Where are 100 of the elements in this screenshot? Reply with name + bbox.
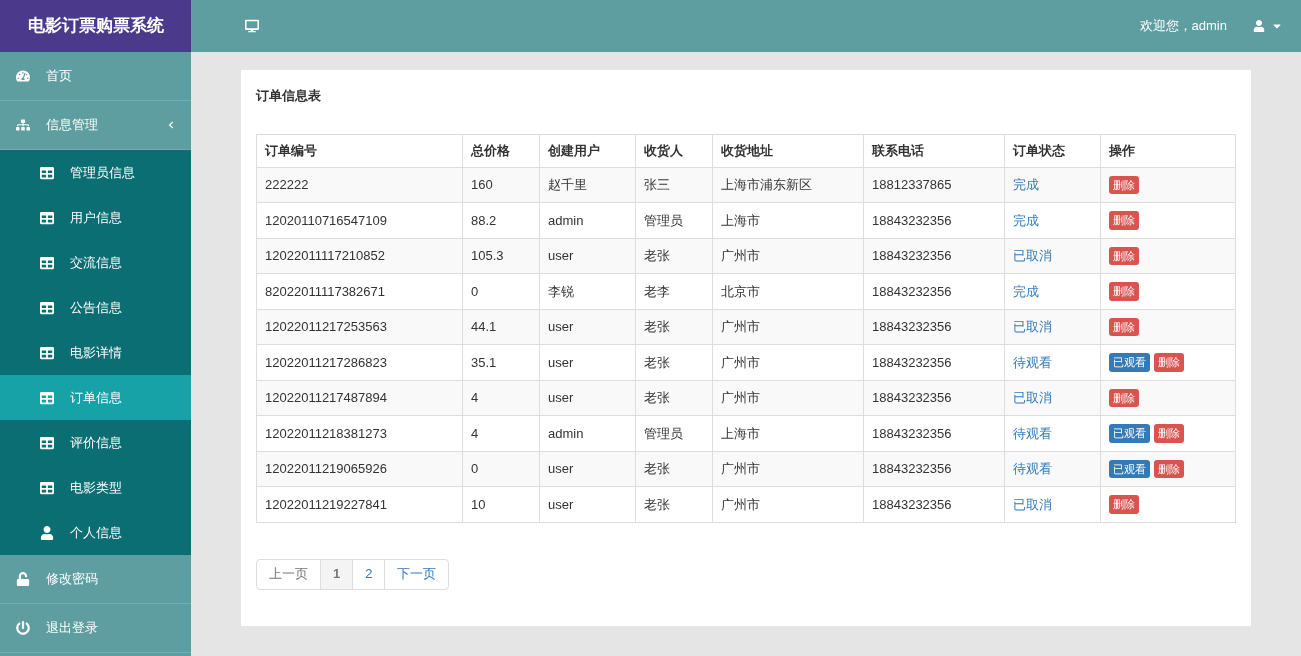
table-cell: 广州市: [712, 238, 864, 274]
watched-button[interactable]: 已观看: [1109, 353, 1150, 372]
table-cell: 18843232356: [863, 238, 1005, 274]
column-header: 收货人: [635, 134, 713, 167]
status-link[interactable]: 待观看: [1004, 344, 1101, 380]
table-cell: 82022011117382671: [256, 273, 463, 309]
status-link[interactable]: 完成: [1004, 273, 1101, 309]
table-cell: 老张: [635, 486, 713, 522]
page-link[interactable]: 1: [320, 558, 354, 590]
status-link[interactable]: 已取消: [1004, 486, 1101, 522]
delete-button[interactable]: 删除: [1109, 246, 1139, 265]
table-cell: 12022011217487894: [256, 380, 463, 416]
table-cell: user: [539, 309, 636, 345]
table-cell: 老张: [635, 344, 713, 380]
status-link[interactable]: 待观看: [1004, 451, 1101, 487]
status-link[interactable]: 已取消: [1004, 238, 1101, 274]
delete-button[interactable]: 删除: [1109, 317, 1139, 336]
table-cell: 老张: [635, 380, 713, 416]
table-cell: 18843232356: [863, 202, 1005, 238]
sidebar-item[interactable]: 公告信息: [0, 285, 191, 330]
table-icon: [40, 435, 54, 450]
table-cell: 北京市: [712, 273, 864, 309]
user-menu-button[interactable]: [1253, 20, 1283, 32]
page-link[interactable]: 下一页: [384, 558, 450, 590]
table-cell: 管理员: [635, 202, 713, 238]
table-cell: 张三: [635, 167, 713, 203]
table-icon: [40, 390, 54, 405]
status-link[interactable]: 已取消: [1004, 309, 1101, 345]
table-cell: 222222: [256, 167, 463, 203]
sidebar-item[interactable]: 修改密码: [0, 555, 191, 604]
status-link[interactable]: 已取消: [1004, 380, 1101, 416]
greeting-text: 欢迎您，admin: [1139, 17, 1227, 36]
table-cell: 12022011117210852: [256, 238, 463, 274]
watched-button[interactable]: 已观看: [1109, 424, 1150, 443]
sidebar-item[interactable]: 电影详情: [0, 330, 191, 375]
column-header: 联系电话: [863, 134, 1005, 167]
table-cell: 18843232356: [863, 309, 1005, 345]
table-cell: 广州市: [712, 380, 864, 416]
table-cell: 0: [462, 273, 540, 309]
table-cell: 赵千里: [539, 167, 636, 203]
table-cell: 李锐: [539, 273, 636, 309]
sidebar-item[interactable]: 电影类型: [0, 465, 191, 510]
table-icon: [40, 480, 54, 495]
sidebar-item[interactable]: 管理员信息: [0, 150, 191, 195]
delete-button[interactable]: 删除: [1154, 424, 1184, 443]
table-cell: 上海市浦东新区: [712, 167, 864, 203]
table-cell: 18843232356: [863, 451, 1005, 487]
table-cell: 18843232356: [863, 415, 1005, 451]
table-cell: 老张: [635, 309, 713, 345]
table-icon: [40, 165, 54, 180]
watched-button[interactable]: 已观看: [1109, 459, 1150, 478]
table-cell: 管理员: [635, 415, 713, 451]
table-cell: user: [539, 380, 636, 416]
table-cell: user: [539, 486, 636, 522]
table-cell: 12022011219227841: [256, 486, 463, 522]
table-cell: admin: [539, 202, 636, 238]
table-cell: 105.3: [462, 238, 540, 274]
panel-title: 订单信息表: [256, 87, 322, 105]
sidebar-item[interactable]: 退出登录: [0, 604, 191, 653]
monitor-icon[interactable]: [245, 19, 259, 33]
table-cell: user: [539, 451, 636, 487]
sitemap-icon: [16, 118, 30, 132]
status-link[interactable]: 完成: [1004, 202, 1101, 238]
table-cell: 12022011217253563: [256, 309, 463, 345]
column-header: 操作: [1100, 134, 1236, 167]
delete-button[interactable]: 删除: [1109, 495, 1139, 514]
delete-button[interactable]: 删除: [1109, 388, 1139, 407]
page-link[interactable]: 2: [352, 558, 386, 590]
table-cell: 160: [462, 167, 540, 203]
delete-button[interactable]: 删除: [1154, 459, 1184, 478]
table-cell: 18843232356: [863, 380, 1005, 416]
table-cell: 上海市: [712, 202, 864, 238]
table-cell: 10: [462, 486, 540, 522]
status-link[interactable]: 待观看: [1004, 415, 1101, 451]
table-icon: [40, 300, 54, 315]
delete-button[interactable]: 删除: [1109, 175, 1139, 194]
sidebar-item[interactable]: 用户信息: [0, 195, 191, 240]
status-link[interactable]: 完成: [1004, 167, 1101, 203]
sidebar-item[interactable]: 交流信息: [0, 240, 191, 285]
table-cell: 广州市: [712, 451, 864, 487]
table-cell: 88.2: [462, 202, 540, 238]
delete-button[interactable]: 删除: [1109, 211, 1139, 230]
table-cell: 12022011219065926: [256, 451, 463, 487]
column-header: 订单状态: [1004, 134, 1101, 167]
sidebar-item[interactable]: 个人信息: [0, 510, 191, 555]
app-title: 电影订票购票系统: [0, 0, 191, 52]
sidebar-item[interactable]: 订单信息: [0, 375, 191, 420]
table-cell: 广州市: [712, 344, 864, 380]
table-icon: [40, 255, 54, 270]
sidebar-item[interactable]: 评价信息: [0, 420, 191, 465]
table-cell: 12022011217286823: [256, 344, 463, 380]
delete-button[interactable]: 删除: [1154, 353, 1184, 372]
table-cell: 广州市: [712, 486, 864, 522]
table-cell: 18843232356: [863, 344, 1005, 380]
delete-button[interactable]: 删除: [1109, 282, 1139, 301]
table-icon: [40, 210, 54, 225]
user-icon: [1253, 20, 1265, 32]
sidebar-item[interactable]: 首页: [0, 52, 191, 101]
table-cell: 4: [462, 380, 540, 416]
table-cell: user: [539, 238, 636, 274]
